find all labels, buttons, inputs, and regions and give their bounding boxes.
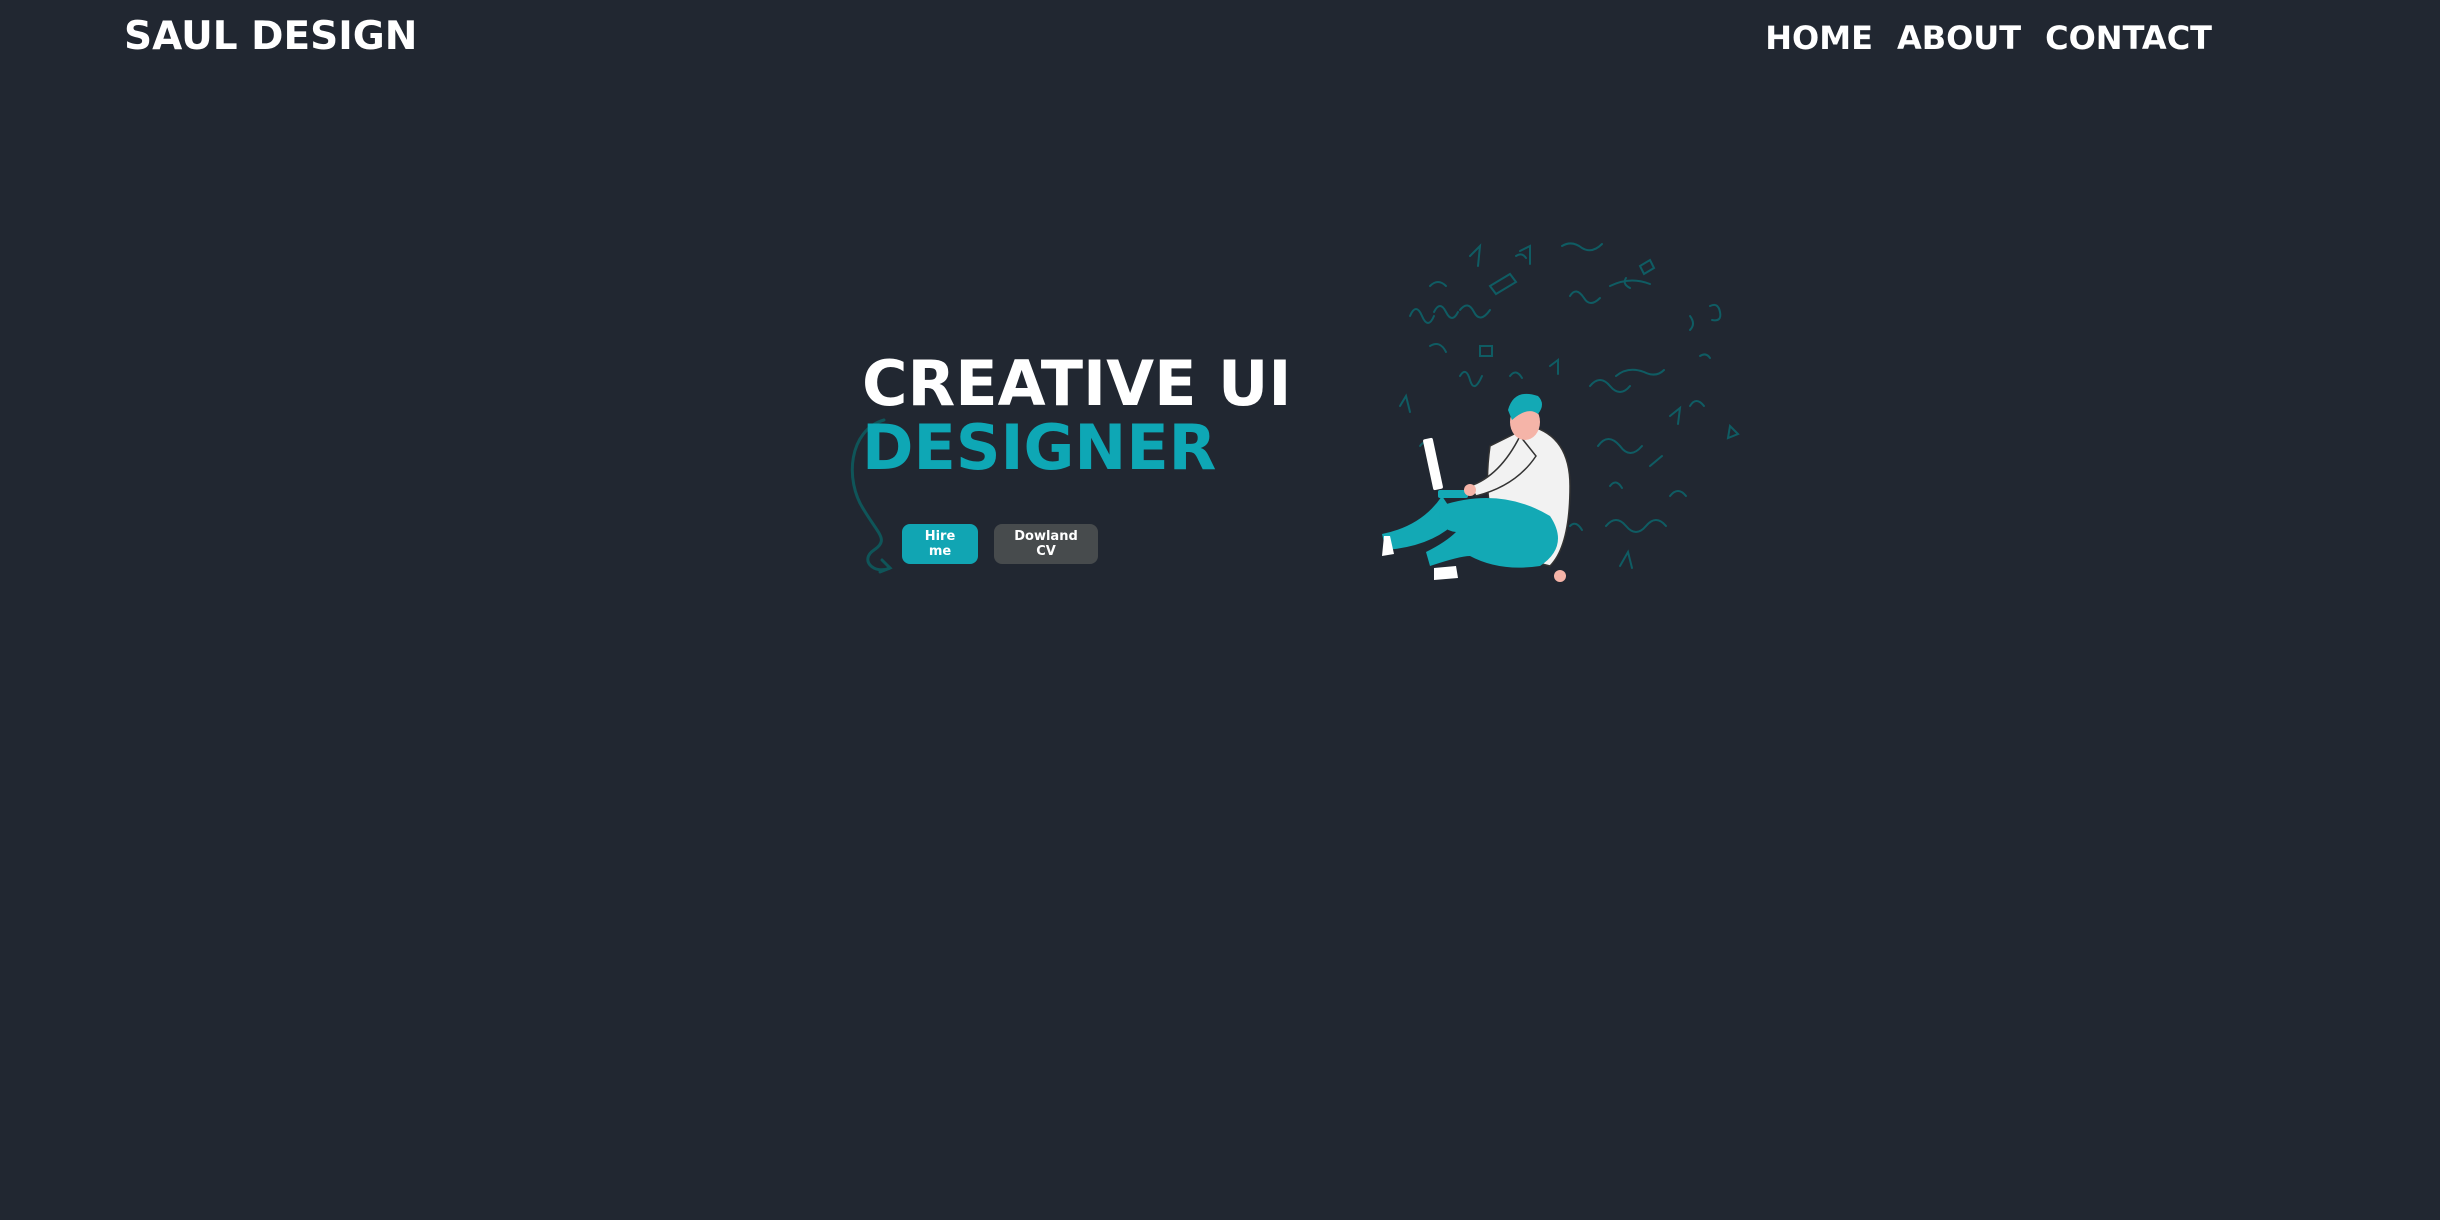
- nav-contact-link[interactable]: CONTACT: [2045, 14, 2212, 62]
- nav-home-link[interactable]: HOME: [1765, 14, 1873, 62]
- hero-title-line1: CREATIVE UI: [862, 347, 1292, 420]
- nav-about-link[interactable]: ABOUT: [1897, 14, 2021, 62]
- nav-menu: HOME ABOUT CONTACT: [1765, 14, 2212, 62]
- navbar: SAUL DESIGN HOME ABOUT CONTACT: [0, 0, 2440, 76]
- developer-illustration-icon: [1382, 242, 1740, 582]
- hero-buttons: Hire me Dowland CV: [902, 524, 1098, 564]
- download-cv-button[interactable]: Dowland CV: [994, 524, 1098, 564]
- hire-me-button[interactable]: Hire me: [902, 524, 978, 564]
- brand-logo[interactable]: SAUL DESIGN: [124, 12, 417, 62]
- hero-title: CREATIVE UI DESIGNER: [862, 352, 1291, 480]
- hero-section: CREATIVE UI DESIGNER Hire me Dowland CV: [850, 340, 1352, 600]
- hero-title-line2: DESIGNER: [862, 411, 1217, 484]
